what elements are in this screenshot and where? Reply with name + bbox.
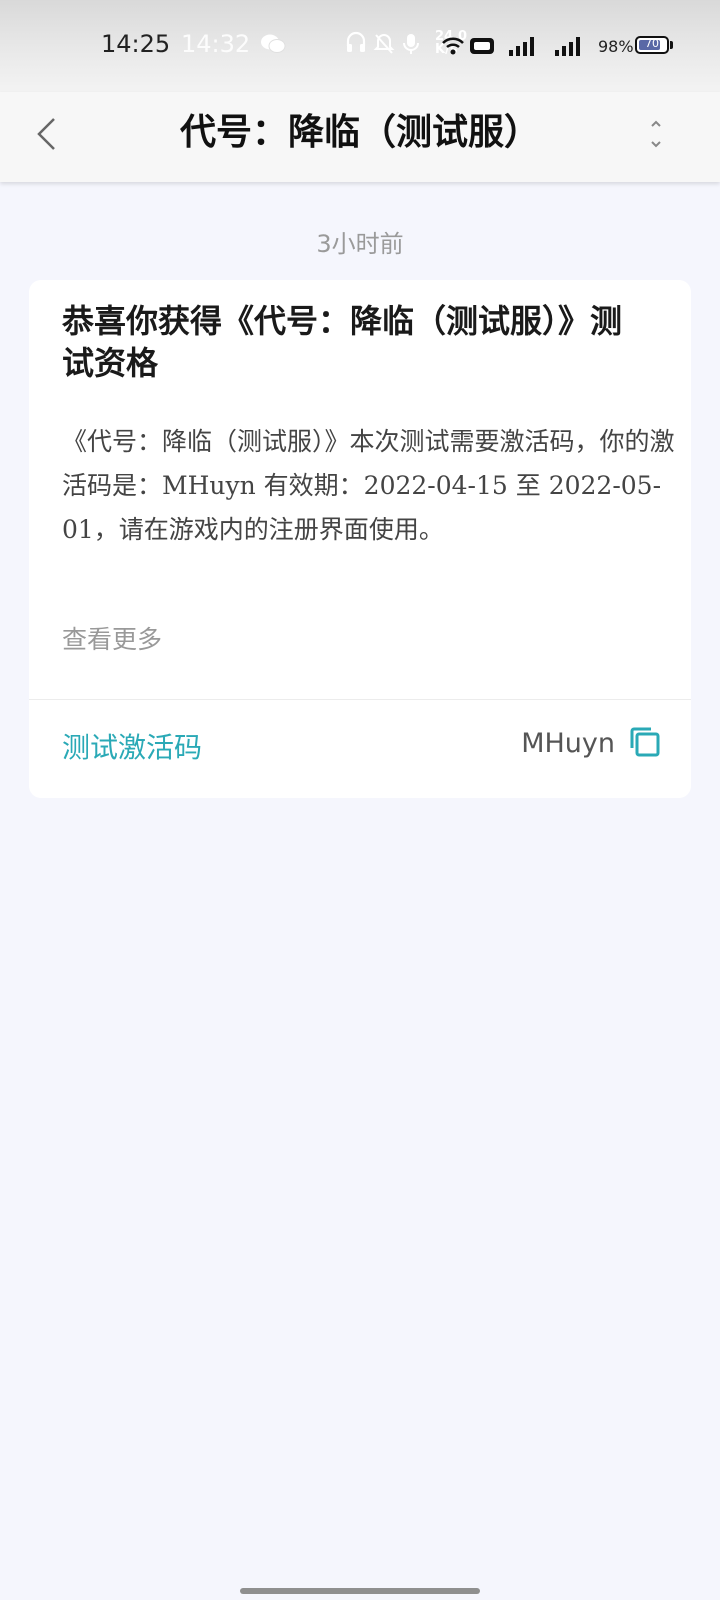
- hd-icon: [469, 36, 495, 60]
- status-time: 14:25: [101, 30, 171, 58]
- see-more-link[interactable]: 查看更多: [62, 620, 162, 656]
- status-bar: 14:25 14:32 24.0 K/s 98% 70: [0, 0, 720, 92]
- page-title: 代号：降临（测试服）: [179, 111, 540, 153]
- activation-code-label: 测试激活码: [62, 731, 203, 764]
- status-time-overlay: 14:32: [181, 30, 251, 58]
- battery-icon: 70: [635, 36, 669, 54]
- copy-button[interactable]: [627, 724, 663, 760]
- more-vertical-icon: [648, 117, 664, 155]
- 4g-signal-icon: [549, 34, 587, 62]
- signal-icon: [507, 34, 541, 62]
- chevron-left-icon: [35, 116, 57, 156]
- home-indicator[interactable]: [240, 1588, 480, 1594]
- battery-tip: [670, 41, 673, 49]
- battery-percent: 98%: [598, 37, 634, 56]
- copy-icon: [627, 727, 663, 764]
- wifi-icon: [441, 36, 465, 60]
- message-title: 恭喜你获得《代号：降临（测试服）》测试资格: [62, 302, 623, 382]
- status-icons: 24.0 K/s 98% 70: [345, 28, 675, 64]
- activation-code-value: MHuyn: [521, 728, 615, 759]
- message-card[interactable]: 恭喜你获得《代号：降临（测试服）》测试资格 《代号：降临（测试服）》本次测试需要…: [29, 280, 691, 798]
- message-body: 《代号：降临（测试服）》本次测试需要激活码，你的激活码是：MHuyn 有效期：2…: [62, 427, 675, 544]
- headset-icon: [345, 28, 367, 62]
- message-timestamp: 3小时前: [316, 230, 404, 258]
- microphone-icon: [401, 28, 421, 62]
- more-button[interactable]: [640, 114, 672, 158]
- battery-level: 70: [645, 37, 659, 50]
- divider: [29, 699, 691, 700]
- screen: 14:25 14:32 24.0 K/s 98% 70 代号：降临（测试服） 3…: [0, 0, 720, 1600]
- back-button[interactable]: [24, 110, 68, 162]
- bell-muted-icon: [373, 28, 395, 62]
- page-header: 代号：降临（测试服）: [0, 92, 720, 182]
- wechat-icon: [260, 33, 286, 55]
